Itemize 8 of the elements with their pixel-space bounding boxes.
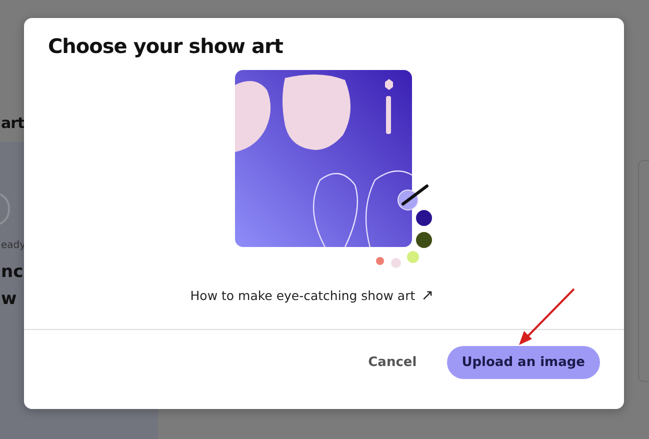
help-link[interactable]: How to make eye-catching show art ↗ [190, 286, 434, 304]
dialog-title: Choose your show art [48, 34, 284, 58]
page-heading: art [1, 114, 26, 132]
show-title: nc [1, 261, 24, 284]
status-caption: eady [1, 240, 27, 251]
cancel-button[interactable]: Cancel [368, 346, 417, 379]
upload-button[interactable]: Upload an image [446, 346, 600, 379]
show-title: w [1, 288, 18, 311]
